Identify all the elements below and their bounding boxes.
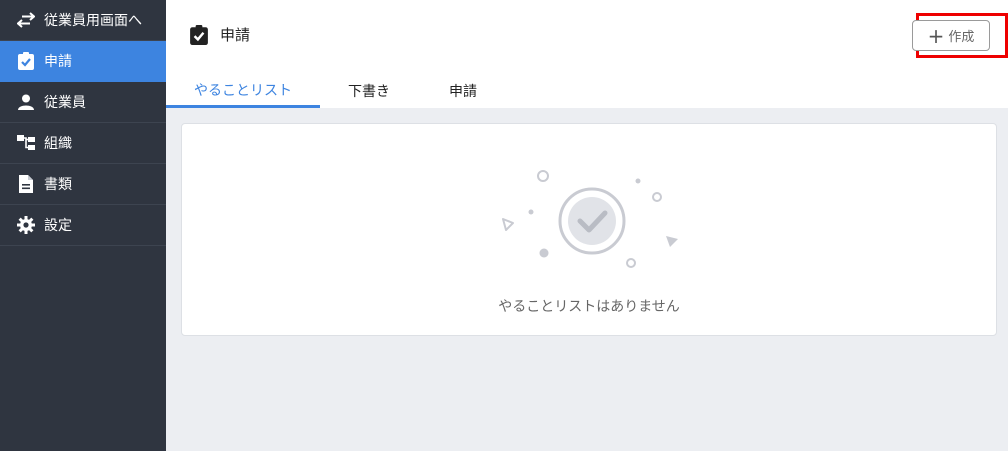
tab-bar: やることリスト 下書き 申請 [166, 74, 508, 108]
sidebar-item-applications[interactable]: 申請 [0, 41, 166, 82]
sidebar-item-employees[interactable]: 従業員 [0, 82, 166, 123]
sidebar-item-documents[interactable]: 書類 [0, 164, 166, 205]
main-content: 申請 + 作成 やることリスト 下書き 申請 やることリストはありません [166, 0, 1008, 451]
sidebar-item-label: 申請 [44, 54, 72, 70]
sidebar-item-label: 設定 [44, 218, 72, 234]
sidebar-item-label: 組織 [44, 136, 72, 152]
sidebar-item-label: 従業員 [44, 95, 86, 111]
sidebar: 従業員用画面へ 申請 従業員 組織 書類 設定 [0, 0, 166, 451]
person-icon [16, 92, 36, 112]
check-circle-icon [502, 170, 678, 268]
gear-icon [16, 215, 36, 235]
swap-icon [16, 10, 36, 30]
sidebar-item-organization[interactable]: 組織 [0, 123, 166, 164]
page-title-text: 申請 [220, 26, 251, 44]
create-button[interactable]: + 作成 [912, 20, 990, 51]
page-header: 申請 + 作成 やることリスト 下書き 申請 [166, 0, 1008, 108]
create-button-label: 作成 [948, 30, 975, 45]
empty-state-message: やることリストはありません [498, 299, 680, 315]
document-icon [16, 174, 36, 194]
empty-state-card: やることリストはありません [181, 123, 997, 336]
sidebar-item-employee-view[interactable]: 従業員用画面へ [0, 0, 166, 41]
sidebar-item-label: 従業員用画面へ [44, 13, 142, 29]
clipboard-check-icon [16, 51, 36, 71]
org-chart-icon [16, 133, 36, 153]
page-title: 申請 [190, 24, 250, 45]
tab-todo-list[interactable]: やることリスト [166, 74, 320, 108]
plus-icon: + [927, 23, 945, 48]
tab-applications[interactable]: 申請 [418, 74, 508, 108]
clipboard-check-icon [190, 24, 210, 45]
sidebar-item-label: 書類 [44, 177, 72, 193]
sidebar-item-settings[interactable]: 設定 [0, 205, 166, 246]
tab-drafts[interactable]: 下書き [320, 74, 418, 108]
